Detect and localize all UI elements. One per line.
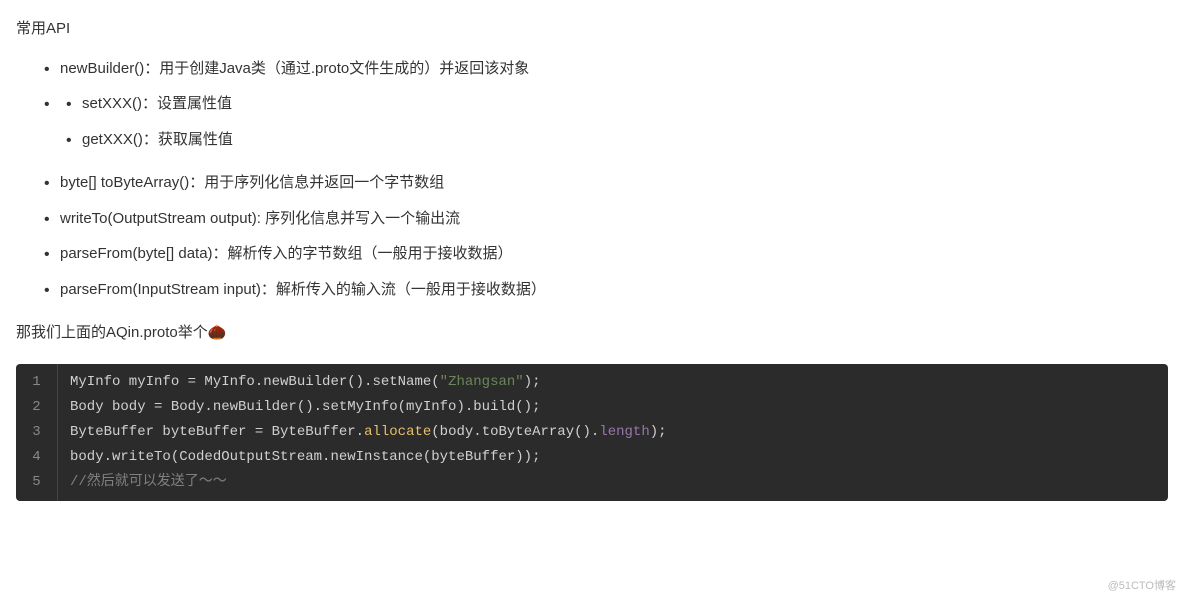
code-block: 1 MyInfo myInfo = MyInfo.newBuilder().set… <box>16 364 1168 501</box>
code-row: 4 body.writeTo(CodedOutputStream.newInsta… <box>16 445 1168 470</box>
code-token: body.writeTo(CodedOutputStream.newInstan… <box>70 449 540 465</box>
code-line-number: 4 <box>16 445 58 470</box>
code-token: ByteBuffer byteBuffer = ByteBuffer. <box>70 424 364 440</box>
list-item-text: byte[] toByteArray()：用于序列化信息并返回一个字节数组 <box>60 174 444 191</box>
list-item-text: parseFrom(byte[] data)：解析传入的字节数组（一般用于接收数… <box>60 245 513 262</box>
api-list: setXXX()：设置属性值 getXXX()：获取属性值 <box>16 91 1168 152</box>
code-token: (body.toByteArray(). <box>431 424 599 440</box>
list-item-text: writeTo(OutputStream output): 序列化信息并写入一个… <box>60 210 460 227</box>
paragraph: 那我们上面的AQin.proto举个🌰 <box>16 320 1168 346</box>
list-item-text: setXXX()：设置属性值 <box>82 95 232 112</box>
code-token: ); <box>524 374 541 390</box>
code-token: length <box>599 424 649 440</box>
list-item: getXXX()：获取属性值 <box>60 127 1168 153</box>
code-line-number: 3 <box>16 420 58 445</box>
list-item: writeTo(OutputStream output): 序列化信息并写入一个… <box>38 206 1168 232</box>
code-row: 1 MyInfo myInfo = MyInfo.newBuilder().set… <box>16 364 1168 395</box>
code-row: 3ByteBuffer byteBuffer = ByteBuffer.allo… <box>16 420 1168 445</box>
code-token: allocate <box>364 424 431 440</box>
code-line-number: 1 <box>16 364 58 395</box>
code-line: ByteBuffer byteBuffer = ByteBuffer.alloc… <box>58 420 1168 445</box>
code-token: //然后就可以发送了～～ <box>70 474 227 490</box>
code-token: MyInfo myInfo = MyInfo.newBuilder().setN… <box>70 374 440 390</box>
list-item: parseFrom(byte[] data)：解析传入的字节数组（一般用于接收数… <box>38 241 1168 267</box>
code-row: 2 Body body = Body.newBuilder().setMyInfo… <box>16 395 1168 420</box>
list-item-text: getXXX()：获取属性值 <box>82 131 233 148</box>
code-line: body.writeTo(CodedOutputStream.newInstan… <box>58 445 1168 470</box>
section-heading: 常用API <box>16 16 1168 42</box>
code-row: 5 //然后就可以发送了～～ <box>16 470 1168 501</box>
api-list: newBuilder()：用于创建Java类（通过.proto文件生成的）并返回… <box>16 56 1168 82</box>
code-line: //然后就可以发送了～～ <box>58 470 1168 501</box>
list-item: setXXX()：设置属性值 <box>60 91 1168 117</box>
list-item: newBuilder()：用于创建Java类（通过.proto文件生成的）并返回… <box>38 56 1168 82</box>
code-line-number: 5 <box>16 470 58 501</box>
nested-list: setXXX()：设置属性值 getXXX()：获取属性值 <box>60 91 1168 152</box>
code-token: "Zhangsan" <box>440 374 524 390</box>
watermark: @51CTO博客 <box>1108 577 1176 596</box>
code-line: MyInfo myInfo = MyInfo.newBuilder().setN… <box>58 364 1168 395</box>
code-line: Body body = Body.newBuilder().setMyInfo(… <box>58 395 1168 420</box>
api-list: byte[] toByteArray()：用于序列化信息并返回一个字节数组 wr… <box>16 170 1168 302</box>
list-item: parseFrom(InputStream input)：解析传入的输入流（一般… <box>38 277 1168 303</box>
list-item-text: newBuilder()：用于创建Java类（通过.proto文件生成的）并返回… <box>60 60 529 77</box>
code-token: ); <box>650 424 667 440</box>
code-token: Body body = Body.newBuilder().setMyInfo(… <box>70 399 540 415</box>
list-item: byte[] toByteArray()：用于序列化信息并返回一个字节数组 <box>38 170 1168 196</box>
list-item-text: parseFrom(InputStream input)：解析传入的输入流（一般… <box>60 281 546 298</box>
code-line-number: 2 <box>16 395 58 420</box>
list-item: setXXX()：设置属性值 getXXX()：获取属性值 <box>38 91 1168 152</box>
